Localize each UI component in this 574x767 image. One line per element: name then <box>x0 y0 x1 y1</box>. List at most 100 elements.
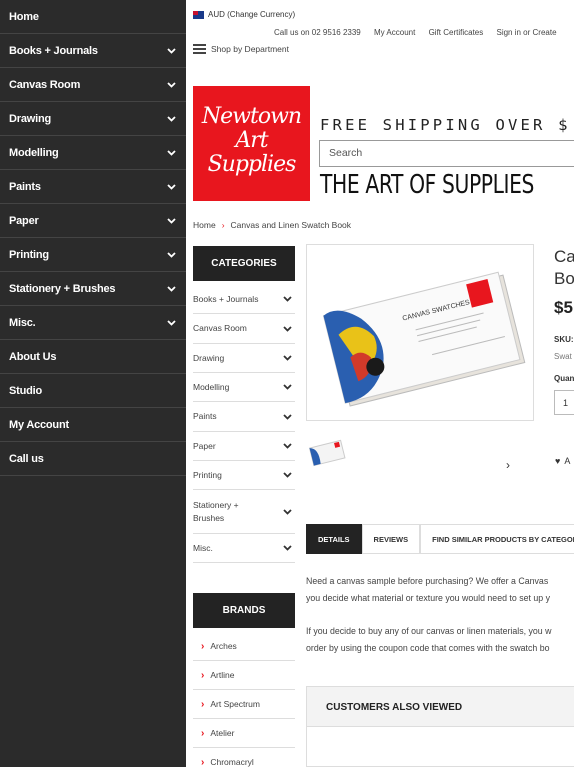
drawer-item-label: Home <box>9 10 39 23</box>
tab-find-similar[interactable]: FIND SIMILAR PRODUCTS BY CATEGORY <box>420 524 574 554</box>
drawer-item[interactable]: Drawing <box>0 102 186 136</box>
chevron-down-icon[interactable] <box>166 182 176 192</box>
chevron-down-icon[interactable] <box>282 294 292 304</box>
category-item[interactable]: Canvas Room <box>193 314 295 344</box>
chevron-down-icon[interactable] <box>166 250 176 260</box>
chevron-down-icon[interactable] <box>282 353 292 363</box>
chevron-down-icon[interactable] <box>282 507 292 517</box>
drawer-item-label: Drawing <box>9 112 51 125</box>
breadcrumb-current: Canvas and Linen Swatch Book <box>230 220 352 230</box>
chevron-down-icon[interactable] <box>282 543 292 553</box>
product-thumbnail[interactable] <box>306 432 348 472</box>
drawer-item[interactable]: Paper <box>0 204 186 238</box>
chevron-right-icon: › <box>201 698 205 710</box>
drawer-item[interactable]: Paints <box>0 170 186 204</box>
drawer-item[interactable]: Home <box>0 0 186 34</box>
brand-item[interactable]: › Arches <box>193 632 295 661</box>
wishlist-button[interactable]: ♥ A <box>555 456 570 466</box>
drawer-item[interactable]: Call us <box>0 442 186 476</box>
category-item[interactable]: Printing <box>193 461 295 490</box>
next-image-arrow-icon[interactable]: › <box>506 458 510 472</box>
brand-item[interactable]: › Artline <box>193 661 295 690</box>
shop-by-department-button[interactable]: Shop by Department <box>193 44 289 54</box>
top-links: Call us on 02 9516 2339 My Account Gift … <box>274 28 568 37</box>
quantity-label: Quan <box>554 374 574 383</box>
product-title-line-1: Ca <box>554 247 574 266</box>
phone-link[interactable]: Call us on 02 9516 2339 <box>274 28 361 37</box>
chevron-down-icon[interactable] <box>282 382 292 392</box>
tab-details[interactable]: DETAILS <box>306 524 362 554</box>
product-description: Need a canvas sample before purchasing? … <box>306 573 574 673</box>
chevron-right-icon: › <box>201 727 205 739</box>
chevron-down-icon[interactable] <box>166 148 176 158</box>
categories-list: Books + Journals Canvas Room Drawing Modell… <box>193 285 295 563</box>
category-item[interactable]: Modelling <box>193 373 295 402</box>
sign-in-link[interactable]: Sign in or Create <box>496 28 556 37</box>
category-item-label: Drawing <box>193 352 225 363</box>
drawer-item[interactable]: Stationery + Brushes <box>0 272 186 306</box>
free-shipping-banner: FREE SHIPPING OVER $ <box>320 116 571 134</box>
drawer-item[interactable]: Printing <box>0 238 186 272</box>
product-title: Ca Bo <box>554 246 574 290</box>
category-item-label: Misc. <box>193 542 213 553</box>
gift-certificates-link[interactable]: Gift Certificates <box>429 28 484 37</box>
brands-list: › Arches › Artline › Art Spectrum › Atelier › Chr… <box>193 632 295 767</box>
category-item[interactable]: Paints <box>193 402 295 432</box>
category-item[interactable]: Drawing <box>193 344 295 373</box>
drawer-item-label: Stationery + Brushes <box>9 282 116 295</box>
description-text: order by using the coupon code that come… <box>306 643 550 653</box>
brand-item-label: Artline <box>210 670 235 680</box>
chevron-down-icon[interactable] <box>282 324 292 334</box>
chevron-down-icon[interactable] <box>166 114 176 124</box>
chevron-down-icon[interactable] <box>166 216 176 226</box>
drawer-item-label: Paper <box>9 214 39 227</box>
hamburger-icon <box>193 44 206 54</box>
drawer-item[interactable]: Books + Journals <box>0 34 186 68</box>
categories-heading: CATEGORIES <box>193 246 295 281</box>
tagline: THE ART OF SUPPLIES <box>320 170 535 200</box>
drawer-item[interactable]: Studio <box>0 374 186 408</box>
brand-item[interactable]: › Chromacryl <box>193 748 295 767</box>
customers-also-viewed-panel: CUSTOMERS ALSO VIEWED <box>306 686 574 767</box>
category-item[interactable]: Misc. <box>193 534 295 563</box>
search-input[interactable]: Search <box>319 140 574 167</box>
description-text: Need a canvas sample before purchasing? … <box>306 576 549 586</box>
sku-value: Swat <box>554 352 572 361</box>
category-item[interactable]: Books + Journals <box>193 285 295 314</box>
chevron-down-icon[interactable] <box>282 441 292 451</box>
wishlist-label: A <box>564 456 571 466</box>
currency-label[interactable]: AUD (Change Currency) <box>208 10 295 19</box>
drawer-item[interactable]: My Account <box>0 408 186 442</box>
chevron-down-icon[interactable] <box>166 80 176 90</box>
brand-item-label: Chromacryl <box>210 757 254 767</box>
drawer-item[interactable]: Modelling <box>0 136 186 170</box>
chevron-right-icon: › <box>201 640 205 652</box>
quantity-input[interactable]: 1 <box>554 390 574 415</box>
chevron-down-icon[interactable] <box>282 412 292 422</box>
heart-icon: ♥ <box>555 456 561 466</box>
category-item[interactable]: Stationery + Brushes <box>193 490 295 534</box>
brand-item[interactable]: › Art Spectrum <box>193 690 295 719</box>
chevron-down-icon[interactable] <box>282 470 292 480</box>
logo-line-3: Supplies <box>207 152 297 177</box>
chevron-down-icon[interactable] <box>166 318 176 328</box>
chevron-right-icon: › <box>201 669 205 681</box>
site-logo[interactable]: Newtown Art Supplies <box>193 86 310 201</box>
drawer-item-label: Studio <box>9 384 43 397</box>
category-item[interactable]: Paper <box>193 432 295 461</box>
drawer-item[interactable]: About Us <box>0 340 186 374</box>
my-account-link[interactable]: My Account <box>374 28 415 37</box>
drawer-item[interactable]: Misc. <box>0 306 186 340</box>
description-text: If you decide to buy any of our canvas o… <box>306 626 552 636</box>
breadcrumb-home[interactable]: Home <box>193 220 216 230</box>
brand-item[interactable]: › Atelier <box>193 719 295 748</box>
product-image[interactable]: CANVAS SWATCHES <box>306 244 534 421</box>
chevron-down-icon[interactable] <box>166 284 176 294</box>
currency-selector[interactable]: AUD (Change Currency) <box>193 10 295 19</box>
category-item-label: Books + Journals <box>193 293 259 304</box>
drawer-item[interactable]: Canvas Room <box>0 68 186 102</box>
main-content: AUD (Change Currency) Call us on 02 9516… <box>186 0 574 767</box>
tab-reviews[interactable]: REVIEWS <box>361 524 421 554</box>
description-text: you decide what material or texture you … <box>306 593 551 603</box>
chevron-down-icon[interactable] <box>166 46 176 56</box>
